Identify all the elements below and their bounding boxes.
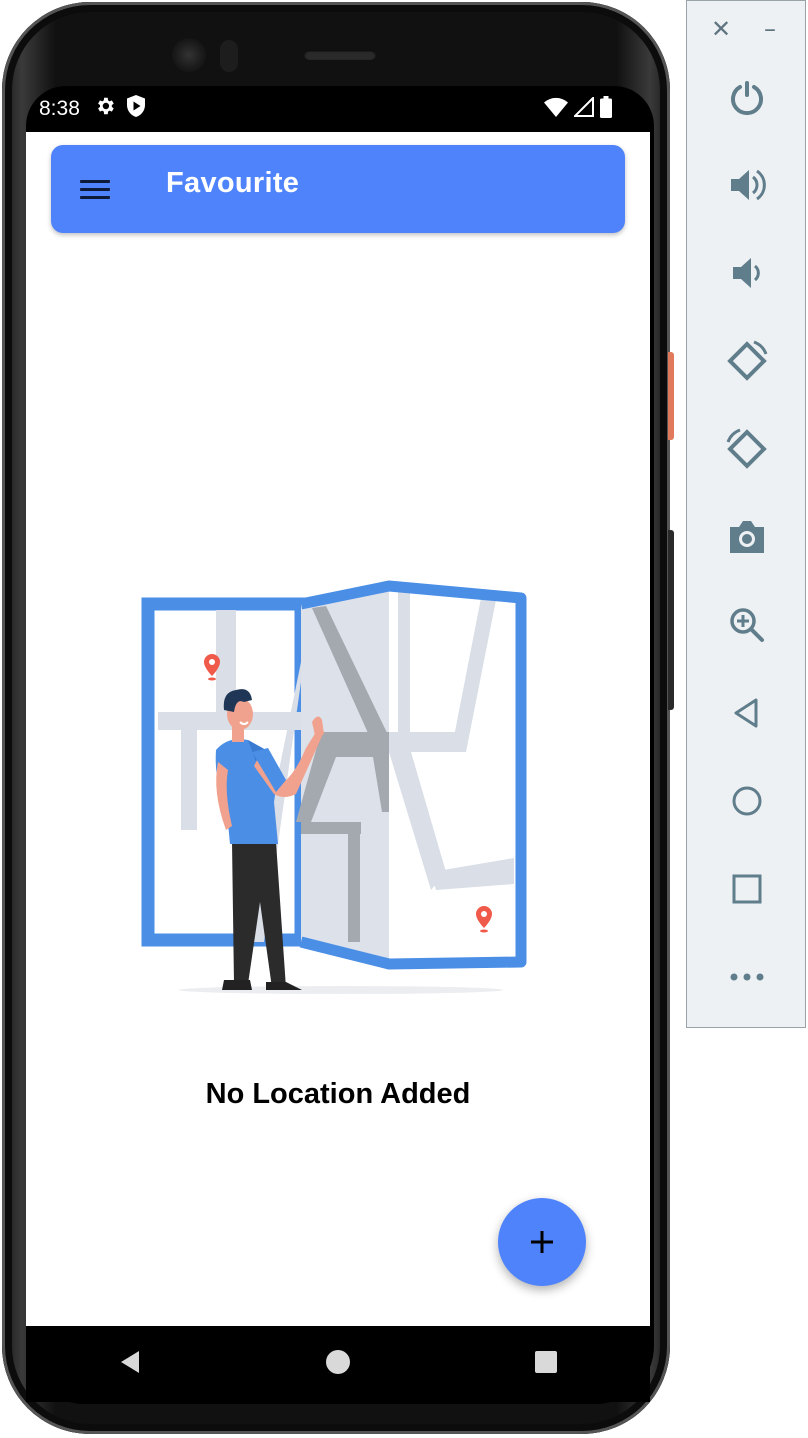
gear-icon [94,95,116,123]
rotate-right-icon[interactable] [717,419,777,479]
signal-icon [572,95,594,123]
app-screen: Favourite No Location Added [26,132,650,1326]
front-camera [172,38,206,72]
camera-icon[interactable] [717,507,777,567]
add-location-button[interactable] [498,1198,586,1286]
close-icon[interactable]: ✕ [711,15,731,43]
overview-icon[interactable] [717,859,777,919]
app-bar: Favourite [51,145,625,233]
hamburger-menu-icon[interactable] [71,169,119,209]
volume-up-icon[interactable] [717,155,777,215]
back-icon[interactable] [717,683,777,743]
plus-icon [531,1231,553,1253]
power-side-button [668,352,674,440]
page-title: Favourite [166,167,300,199]
zoom-icon[interactable] [717,595,777,655]
back-icon[interactable] [117,1349,143,1380]
power-icon[interactable] [717,67,777,127]
status-time: 8:38 [39,97,80,120]
battery-icon [600,96,612,124]
wifi-icon [544,97,568,123]
recents-icon[interactable] [533,1349,559,1380]
emulator-window-controls: ✕ – [687,15,807,45]
earpiece-speaker [304,50,376,60]
minimize-icon[interactable]: – [764,15,776,43]
person-with-map-illustration [141,580,527,994]
home-icon[interactable] [717,771,777,831]
more-icon[interactable] [717,947,777,1007]
volume-down-icon[interactable] [717,243,777,303]
rotate-left-icon[interactable] [717,331,777,391]
play-protect-icon [126,95,146,123]
empty-state-message: No Location Added [205,1078,471,1110]
navigation-bar [26,1326,650,1402]
proximity-sensor [220,40,238,72]
home-icon[interactable] [325,1349,351,1380]
status-bar: 8:38 [26,86,650,132]
emulator-toolbar: ✕ – [686,0,806,1028]
volume-side-button [668,530,674,710]
